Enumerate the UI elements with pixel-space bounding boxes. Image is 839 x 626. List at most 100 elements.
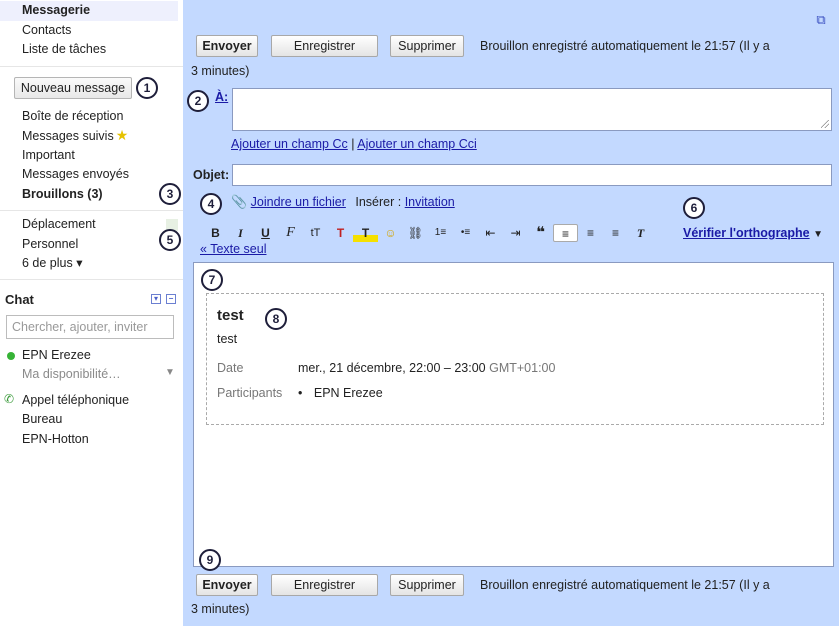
- insert-label: Insérer :: [355, 195, 402, 209]
- indent-button[interactable]: ⇥: [503, 224, 528, 242]
- send-button-top[interactable]: Envoyer: [196, 35, 258, 57]
- chat-contact[interactable]: Bureau: [0, 409, 183, 429]
- compose-row: Nouveau message 1: [0, 73, 183, 101]
- autosave-status-bottom: Brouillon enregistré automatiquement le …: [480, 578, 770, 592]
- chat-header: Chat ▾ −: [0, 286, 183, 311]
- new-message-button[interactable]: Nouveau message: [14, 76, 132, 99]
- autosave-status-top: Brouillon enregistré automatiquement le …: [480, 39, 770, 53]
- label-deplacement[interactable]: Déplacement: [0, 215, 183, 235]
- folder-sent[interactable]: Messages envoyés: [0, 165, 183, 185]
- to-link[interactable]: À:: [215, 90, 228, 104]
- left-sidebar: Messagerie Contacts Liste de tâches Nouv…: [0, 0, 183, 626]
- highlight-button[interactable]: T: [353, 224, 378, 242]
- cc-separator: |: [351, 137, 355, 151]
- subject-label: Objet:: [193, 168, 230, 182]
- chevron-down-icon[interactable]: ▼: [813, 229, 823, 240]
- chat-title: Chat: [5, 291, 34, 307]
- font-size-button[interactable]: tT: [303, 224, 328, 242]
- phone-call-label: Appel téléphonique: [22, 392, 130, 407]
- chat-minimize-icon[interactable]: −: [166, 293, 176, 304]
- online-status-icon: [7, 351, 15, 360]
- app-switcher: Messagerie Contacts Liste de tâches: [0, 0, 183, 60]
- nav-contacts[interactable]: Contacts: [0, 21, 183, 41]
- divider: [0, 65, 183, 67]
- annotation-badge-8: 8: [265, 308, 287, 330]
- folder-drafts[interactable]: Brouillons (3): [0, 185, 183, 205]
- event-participant: • EPN Erezee: [298, 386, 383, 400]
- attach-file-link[interactable]: Joindre un fichier: [251, 195, 346, 209]
- chat-self[interactable]: EPN Erezee: [0, 345, 183, 365]
- text-color-button[interactable]: T: [328, 224, 353, 242]
- compose-pane: ⧉ Envoyer Enregistrer Supprimer Brouillo…: [183, 0, 839, 626]
- insert-invitation-link[interactable]: Invitation: [405, 195, 455, 209]
- italic-button[interactable]: I: [228, 224, 253, 242]
- numbered-list-button[interactable]: 1≡: [428, 224, 453, 242]
- annotation-badge-7: 7: [201, 269, 223, 291]
- chat-options-icon[interactable]: ▾: [151, 293, 161, 304]
- nav-tasks[interactable]: Liste de tâches: [0, 40, 183, 60]
- event-description: test: [217, 332, 238, 346]
- folder-important[interactable]: Important: [0, 146, 183, 166]
- resize-handle-icon[interactable]: [821, 120, 829, 128]
- chat-self-name: EPN Erezee: [22, 347, 91, 362]
- emoji-button[interactable]: ☺: [378, 224, 403, 242]
- phone-icon: ✆: [4, 391, 15, 406]
- align-right-button[interactable]: ≡: [603, 224, 628, 242]
- cc-bcc-links: Ajouter un champ Cc | Ajouter un champ C…: [231, 137, 477, 151]
- remove-format-button[interactable]: T: [628, 224, 653, 242]
- chat-panel: Chat ▾ − Chercher, ajouter, inviter EPN …: [0, 286, 183, 449]
- add-bcc-link[interactable]: Ajouter un champ Cci: [357, 137, 477, 151]
- paperclip-icon: 📎: [231, 194, 248, 209]
- align-left-button[interactable]: ≡: [553, 224, 578, 242]
- label-personnel[interactable]: Personnel: [0, 235, 183, 255]
- quote-button[interactable]: ❝: [528, 224, 553, 242]
- event-timezone: GMT+01:00: [489, 361, 556, 375]
- message-body-editor[interactable]: 7 test 8 test Date mer., 21 décembre, 22…: [193, 262, 834, 567]
- star-icon: ★: [115, 127, 129, 143]
- chat-search-input[interactable]: Chercher, ajouter, inviter: [6, 314, 174, 339]
- save-button-bottom[interactable]: Enregistrer: [271, 574, 378, 596]
- popout-icon[interactable]: ⧉: [813, 13, 829, 29]
- divider: [0, 278, 183, 280]
- event-date-label: Date: [217, 361, 244, 375]
- add-cc-link[interactable]: Ajouter un champ Cc: [231, 137, 348, 151]
- autosave-status-top-cont: 3 minutes): [191, 64, 250, 78]
- event-date-value: mer., 21 décembre, 22:00 – 23:00 GMT+01:…: [298, 361, 555, 375]
- divider: [0, 210, 183, 211]
- annotation-badge-6: 6: [683, 197, 705, 219]
- chat-contact[interactable]: EPN-Hotton: [0, 429, 183, 449]
- annotation-badge-1: 1: [136, 76, 158, 99]
- send-button-bottom[interactable]: Envoyer: [196, 574, 258, 596]
- availability-select[interactable]: Ma disponibilité… ▼: [0, 364, 183, 384]
- event-invitation-card: test 8 test Date mer., 21 décembre, 22:0…: [206, 293, 824, 425]
- format-toolbar: B I U F tT T T ☺ ⛓ 1≡ •≡ ⇤ ⇥ ❝ ≡ ≡ ≡ T: [203, 224, 653, 242]
- link-button[interactable]: ⛓: [403, 224, 428, 242]
- annotation-badge-9: 9: [199, 549, 221, 571]
- outdent-button[interactable]: ⇤: [478, 224, 503, 242]
- align-center-button[interactable]: ≡: [578, 224, 603, 242]
- spellcheck-link[interactable]: Vérifier l'orthographe: [683, 226, 810, 240]
- plain-text-link[interactable]: « Texte seul: [200, 242, 266, 256]
- annotation-badge-2: 2: [187, 90, 209, 112]
- chevron-down-icon: ▼: [165, 367, 175, 378]
- more-labels-link[interactable]: 6 de plus ▾: [0, 254, 183, 274]
- autosave-status-bottom-cont: 3 minutes): [191, 602, 250, 616]
- phone-call-item[interactable]: ✆ Appel téléphonique: [0, 390, 183, 410]
- folder-list: Boîte de réception Messages suivis ★ Impo…: [0, 107, 183, 205]
- font-family-button[interactable]: F: [278, 224, 303, 242]
- bullet-list-button[interactable]: •≡: [453, 224, 478, 242]
- delete-button-bottom[interactable]: Supprimer: [390, 574, 464, 596]
- nav-mail[interactable]: Messagerie: [0, 1, 178, 21]
- save-button-top[interactable]: Enregistrer: [271, 35, 378, 57]
- underline-button[interactable]: U: [253, 224, 278, 242]
- spellcheck-control: Vérifier l'orthographe ▼: [683, 226, 823, 240]
- bold-button[interactable]: B: [203, 224, 228, 242]
- to-input[interactable]: [232, 88, 832, 131]
- event-title: test: [217, 307, 244, 324]
- delete-button-top[interactable]: Supprimer: [390, 35, 464, 57]
- folder-starred[interactable]: Messages suivis ★: [0, 126, 183, 146]
- folder-inbox[interactable]: Boîte de réception: [0, 107, 183, 127]
- event-date-text: mer., 21 décembre, 22:00 – 23:00: [298, 361, 486, 375]
- subject-input[interactable]: [232, 164, 832, 186]
- attach-row: 📎 Joindre un fichier Insérer : Invitatio…: [231, 194, 455, 210]
